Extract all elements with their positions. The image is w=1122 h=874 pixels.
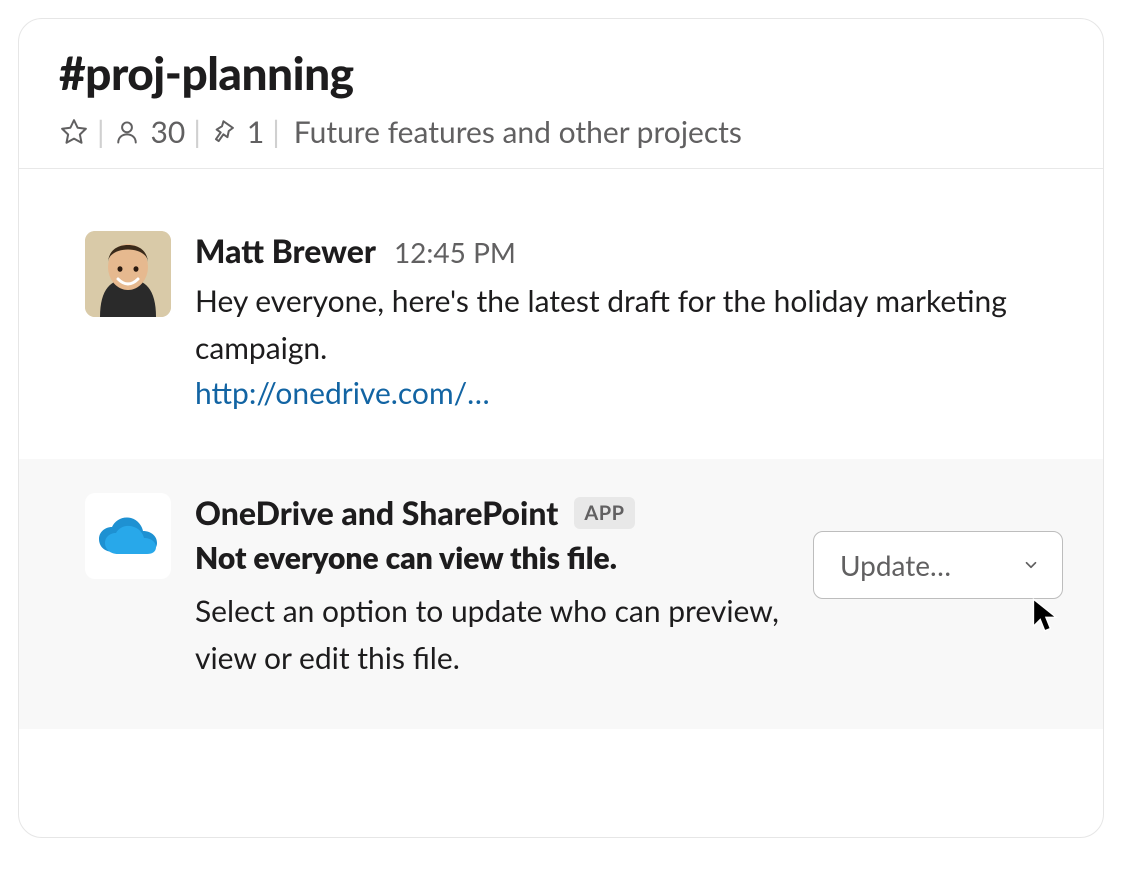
divider: |: [193, 117, 201, 147]
app-badge: APP: [574, 497, 634, 529]
message-body: Matt Brewer 12:45 PM Hey everyone, here'…: [195, 231, 1063, 411]
channel-header: #proj-planning | 30 |: [19, 19, 1103, 169]
star-icon: [59, 117, 89, 147]
message-timestamp[interactable]: 12:45 PM: [394, 235, 516, 269]
onedrive-icon: [96, 514, 160, 558]
channel-name[interactable]: #proj-planning: [59, 45, 1063, 100]
member-count-value: 30: [151, 114, 186, 150]
app-icon: [85, 493, 171, 579]
channel-topic[interactable]: Future features and other projects: [294, 114, 742, 150]
pin-count-value: 1: [247, 114, 264, 150]
pin-count[interactable]: 1: [209, 114, 264, 150]
attachment-description: Select an option to update who can previ…: [195, 588, 815, 681]
divider: |: [272, 117, 280, 147]
app-attachment: OneDrive and SharePoint APP Not everyone…: [19, 459, 1103, 729]
member-count[interactable]: 30: [113, 114, 186, 150]
attachment-body: OneDrive and SharePoint APP Not everyone…: [195, 493, 1063, 681]
message-row: Matt Brewer 12:45 PM Hey everyone, here'…: [19, 169, 1103, 459]
message-text: Hey everyone, here's the latest draft fo…: [195, 278, 1063, 371]
update-select-label: Update…: [840, 548, 951, 582]
cursor-icon: [1029, 597, 1065, 633]
pin-icon: [209, 118, 237, 146]
avatar[interactable]: [85, 231, 171, 317]
channel-card: #proj-planning | 30 |: [18, 18, 1104, 838]
chevron-down-icon: [1022, 556, 1040, 574]
person-icon: [113, 118, 141, 146]
message-author[interactable]: Matt Brewer: [195, 231, 376, 270]
message-link[interactable]: http://onedrive.com/…: [195, 375, 490, 411]
star-button[interactable]: [59, 117, 89, 147]
update-select[interactable]: Update…: [813, 531, 1063, 599]
message-header: Matt Brewer 12:45 PM: [195, 231, 1063, 270]
attachment-header: OneDrive and SharePoint APP: [195, 493, 1063, 532]
app-name[interactable]: OneDrive and SharePoint: [195, 493, 558, 532]
channel-meta-row: | 30 | 1 | Future f: [59, 114, 1063, 150]
divider: |: [97, 117, 105, 147]
